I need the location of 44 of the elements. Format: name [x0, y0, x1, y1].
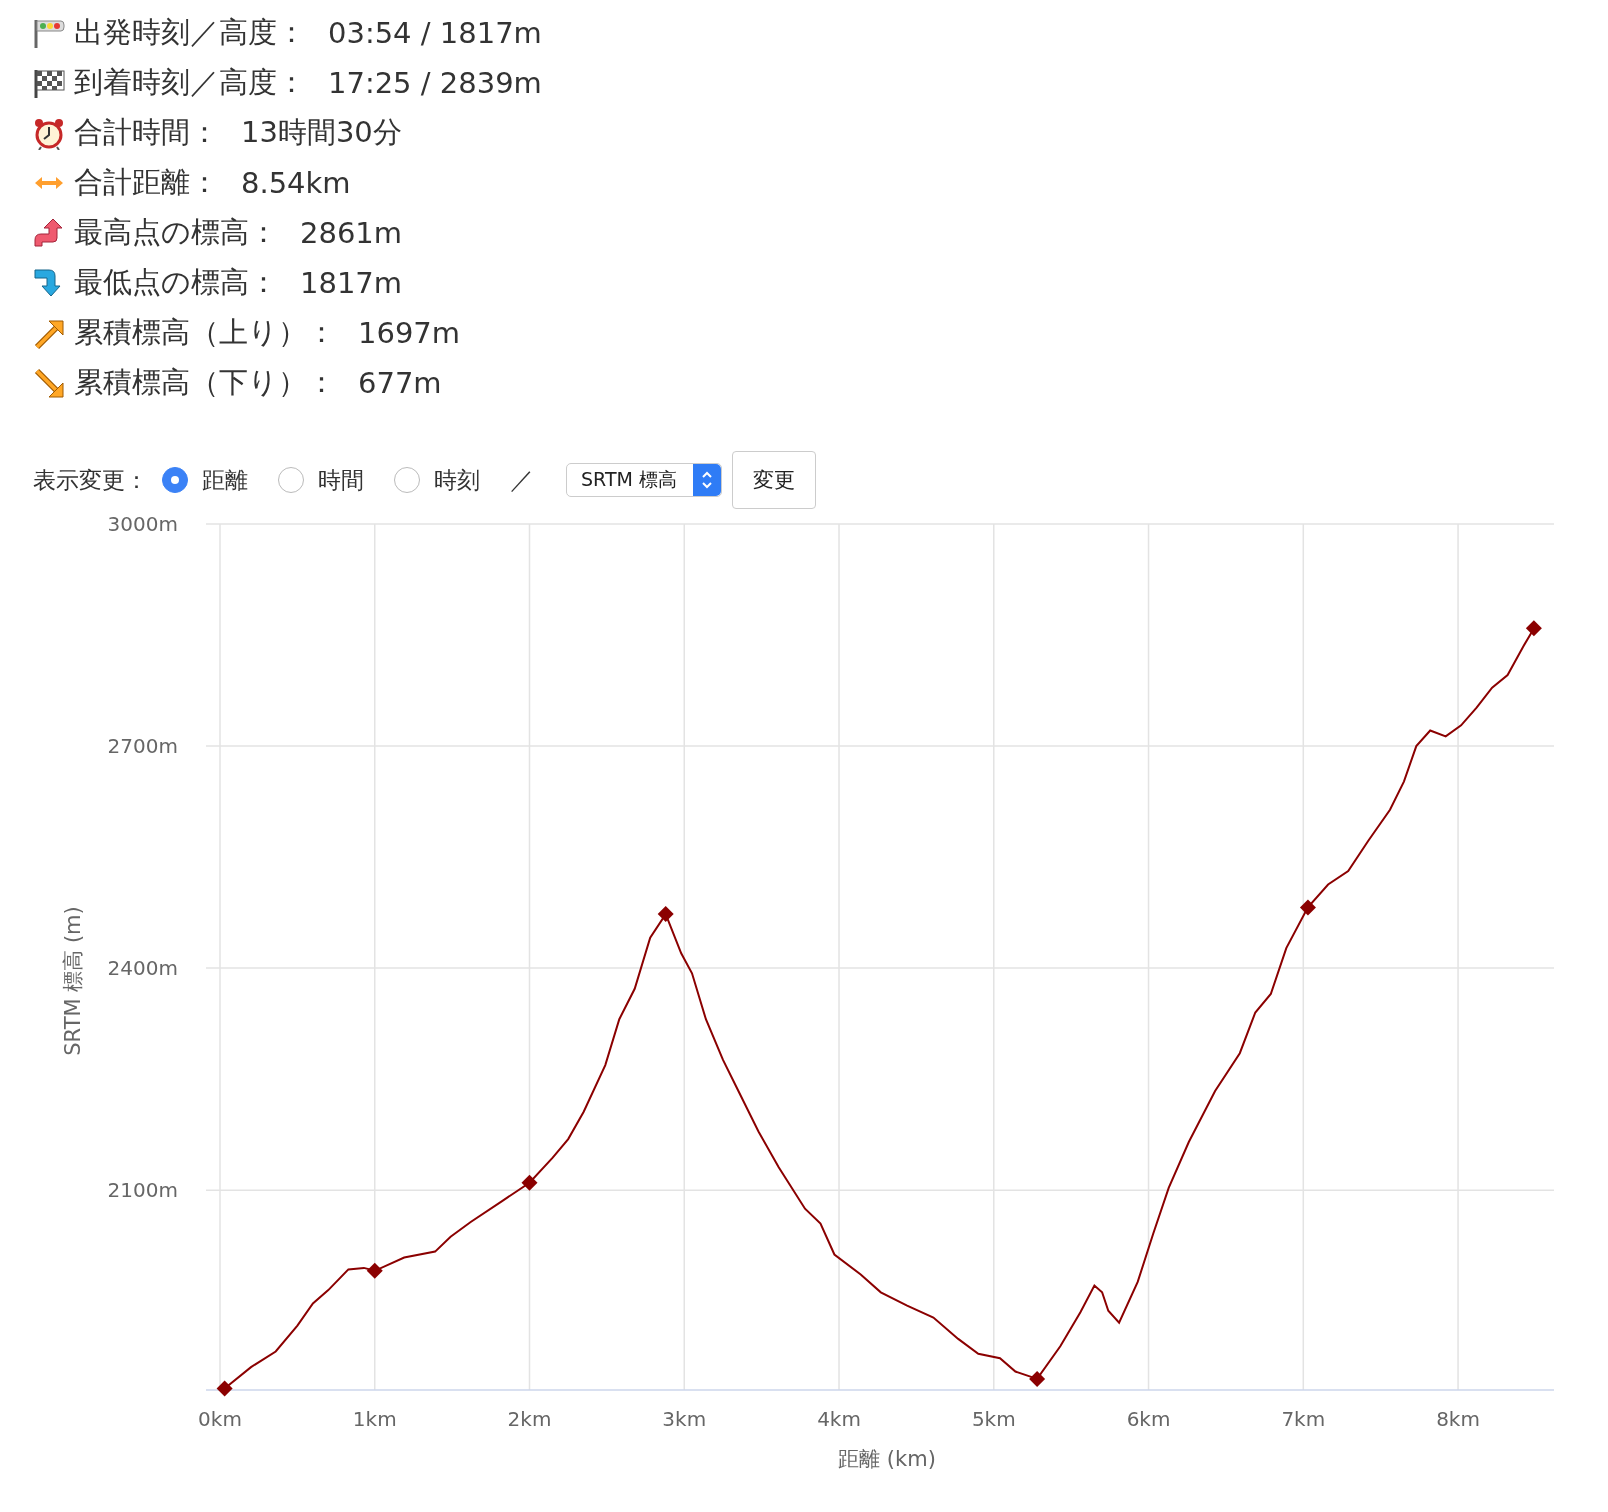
- stat-value: 13時間30分: [241, 114, 402, 151]
- diagonal-down-arrow-icon: [32, 366, 66, 400]
- x-tick-label: 1km: [352, 1407, 397, 1431]
- x-tick-label: 8km: [1436, 1407, 1480, 1431]
- stat-label: 最高点の標高：: [74, 214, 278, 251]
- radio-option[interactable]: 時間: [278, 464, 384, 496]
- stat-value: 1697m: [358, 316, 461, 350]
- x-tick-label: 3km: [662, 1407, 707, 1431]
- stat-label: 最低点の標高：: [74, 264, 278, 301]
- display-label: 表示変更：: [33, 465, 148, 495]
- radio-button[interactable]: [278, 467, 304, 493]
- separator-text: ／: [510, 465, 534, 496]
- x-tick-label: 2km: [507, 1407, 552, 1431]
- stat-label: 合計時間：: [74, 114, 219, 151]
- x-tick-label: 4km: [817, 1407, 861, 1431]
- stat-value: 677m: [358, 366, 442, 400]
- x-tick-label: 5km: [971, 1407, 1016, 1431]
- stat-label: 出発時刻／高度：: [74, 14, 306, 51]
- x-tick-label: 7km: [1281, 1407, 1326, 1431]
- stat-label: 到着時刻／高度：: [74, 64, 306, 101]
- y-tick-label: 3000m: [107, 512, 178, 536]
- change-button[interactable]: 変更: [731, 451, 816, 509]
- stat-value: 1817m: [300, 266, 403, 300]
- stat-label: 合計距離：: [74, 164, 219, 201]
- updown-caret-icon: [699, 469, 714, 491]
- select-dropdown[interactable]: SRTM 標高: [566, 463, 722, 497]
- y-axis-title: SRTM 標高 (m): [61, 906, 85, 1056]
- x-axis-title: 距離 (km): [838, 1447, 936, 1471]
- radio-option[interactable]: 時刻: [394, 464, 500, 496]
- stat-label: 累積標高（上り）：: [74, 314, 336, 351]
- alarm-clock-icon: [32, 116, 66, 150]
- radio-button[interactable]: [394, 467, 420, 493]
- x-tick-label: 6km: [1126, 1407, 1171, 1431]
- stat-value: 03:54 / 1817m: [328, 16, 542, 50]
- radio-button[interactable]: [162, 467, 188, 493]
- stat-value: 17:25 / 2839m: [328, 66, 542, 100]
- y-tick-label: 2100m: [107, 1178, 178, 1203]
- stat-label: 累積標高（下り）：: [74, 364, 336, 401]
- y-tick-label: 2400m: [107, 956, 178, 981]
- y-tick-label: 2700m: [107, 734, 178, 759]
- stat-value: 2861m: [300, 216, 403, 250]
- x-tick-label: 0km: [198, 1407, 242, 1431]
- stat-value: 8.54km: [241, 166, 351, 200]
- radio-option[interactable]: 距離: [162, 464, 268, 496]
